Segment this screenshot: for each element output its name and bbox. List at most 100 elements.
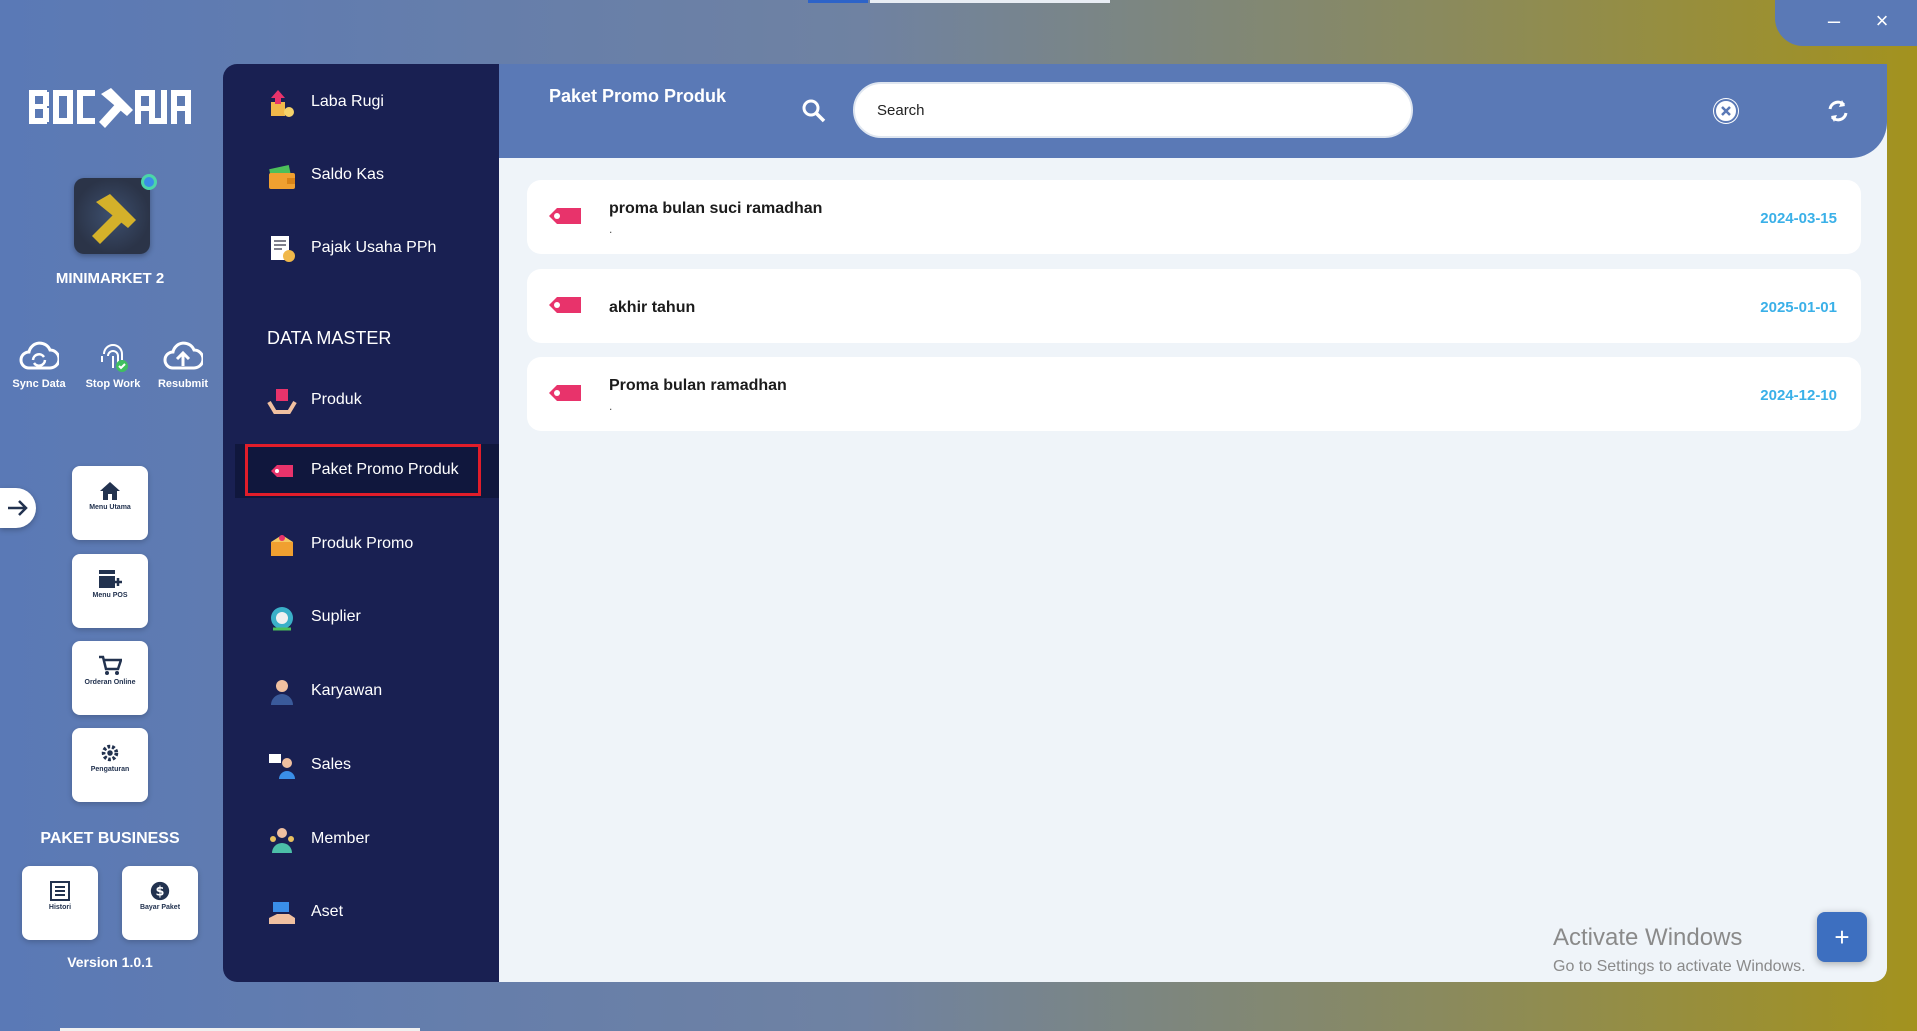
bayar-paket-label: Bayar Paket [139, 904, 181, 911]
stop-work-button[interactable]: Stop Work [80, 340, 146, 390]
menu-pos-button[interactable]: Menu POS [72, 554, 148, 628]
member-icon [270, 828, 294, 853]
hammer-logo-icon [92, 194, 136, 244]
menu-label: Produk Promo [311, 535, 414, 552]
tax-document-icon [271, 236, 295, 262]
close-button[interactable]: × [1867, 6, 1897, 36]
dollar-icon: $ [150, 881, 170, 901]
cart-icon [99, 655, 122, 675]
profit-loss-icon [271, 90, 294, 117]
menu-item-laba-rugi[interactable]: Laba Rugi [223, 76, 499, 130]
sync-cloud-icon [19, 341, 59, 370]
menu-panel: Laba Rugi Saldo Kas Pajak Usaha PPh DATA… [223, 64, 499, 982]
menu-utama-label: Menu Utama [89, 504, 131, 511]
bayar-paket-button[interactable]: $ Bayar Paket [122, 866, 198, 940]
menu-item-sales[interactable]: Sales [223, 739, 499, 793]
menu-label: Saldo Kas [311, 166, 384, 183]
top-accent-bar [808, 0, 868, 3]
menu-item-member[interactable]: Member [223, 813, 499, 867]
menu-pos-label: Menu POS [92, 592, 128, 599]
stop-work-label: Stop Work [85, 378, 141, 390]
clear-search-button[interactable] [1713, 98, 1739, 124]
promo-list-item[interactable]: akhir tahun 2025-01-01 [527, 269, 1861, 343]
supplier-icon [271, 607, 293, 631]
promo-date: 2025-01-01 [1760, 299, 1837, 316]
app-version: Version 1.0.1 [67, 954, 153, 970]
boc-aja-logo-icon [29, 88, 191, 128]
menu-item-produk-promo[interactable]: Produk Promo [223, 518, 499, 572]
pengaturan-label: Pengaturan [90, 766, 130, 773]
window-controls: – × [1775, 0, 1917, 46]
main-content: Paket Promo Produk proma bulan suci rama… [499, 64, 1887, 982]
watermark-subtitle: Go to Settings to activate Windows. [1553, 958, 1806, 975]
refresh-icon[interactable] [1825, 98, 1851, 124]
menu-label: Laba Rugi [311, 93, 384, 110]
menu-item-saldo-kas[interactable]: Saldo Kas [223, 149, 499, 203]
product-hand-icon [267, 389, 297, 414]
histori-label: Histori [48, 904, 72, 911]
promo-tag-icon [549, 208, 581, 224]
menu-label: Pajak Usaha PPh [311, 239, 437, 256]
menu-item-paket-promo-produk[interactable]: Paket Promo Produk [235, 444, 499, 498]
promo-tag-icon [549, 297, 581, 313]
menu-item-aset[interactable]: Aset [223, 886, 499, 940]
app-logo [27, 82, 195, 132]
menu-label: Suplier [311, 608, 361, 625]
sync-data-label: Sync Data [12, 378, 66, 390]
menu-item-karyawan[interactable]: Karyawan [223, 665, 499, 719]
list-icon [50, 881, 70, 901]
store-avatar[interactable] [74, 178, 150, 254]
expand-sidebar-button[interactable] [0, 488, 36, 528]
menu-label: Produk [311, 391, 362, 408]
fingerprint-icon [101, 344, 128, 372]
promo-tag-icon [271, 465, 293, 477]
orderan-online-button[interactable]: Orderan Online [72, 641, 148, 715]
orderan-online-label: Orderan Online [84, 679, 136, 686]
pengaturan-button[interactable]: Pengaturan [72, 728, 148, 802]
store-name: MINIMARKET 2 [55, 270, 165, 287]
promo-name: Proma bulan ramadhan [609, 377, 787, 394]
sync-data-button[interactable]: Sync Data [8, 340, 70, 390]
promo-description: . [609, 222, 613, 236]
upload-cloud-icon [163, 341, 203, 370]
watermark-title: Activate Windows [1553, 924, 1743, 951]
promo-date: 2024-12-10 [1760, 387, 1837, 404]
promo-description: . [609, 399, 613, 413]
promo-name: proma bulan suci ramadhan [609, 200, 823, 217]
menu-label: Paket Promo Produk [311, 461, 459, 478]
histori-button[interactable]: Histori [22, 866, 98, 940]
menu-item-pajak-usaha[interactable]: Pajak Usaha PPh [223, 222, 499, 276]
search-input[interactable] [853, 82, 1413, 138]
menu-utama-button[interactable]: Menu Utama [72, 466, 148, 540]
promo-list-item[interactable]: Proma bulan ramadhan . 2024-12-10 [527, 357, 1861, 431]
menu-label: Sales [311, 756, 352, 773]
data-master-heading: DATA MASTER [267, 328, 392, 348]
search-icon[interactable] [801, 98, 827, 124]
promo-list-item[interactable]: proma bulan suci ramadhan . 2024-03-15 [527, 180, 1861, 254]
promo-date: 2024-03-15 [1760, 210, 1837, 227]
arrow-right-icon [8, 500, 28, 516]
promo-tag-icon [549, 385, 581, 401]
resubmit-label: Resubmit [157, 378, 209, 390]
menu-label: Member [311, 830, 370, 847]
page-title: Paket Promo Produk [549, 86, 727, 106]
store-add-icon [99, 570, 122, 588]
add-promo-button[interactable]: + [1817, 912, 1867, 962]
menu-label: Karyawan [311, 682, 383, 699]
online-status-dot [141, 174, 157, 190]
menu-item-produk[interactable]: Produk [223, 374, 499, 428]
sales-icon [269, 754, 295, 779]
wallet-icon [269, 165, 295, 189]
top-accent-bar-light [870, 0, 1110, 3]
menu-item-suplier[interactable]: Suplier [223, 591, 499, 645]
gear-icon [101, 744, 119, 762]
activate-windows-watermark: Activate Windows Go to Settings to activ… [1553, 924, 1806, 976]
resubmit-button[interactable]: Resubmit [152, 340, 214, 390]
home-icon [100, 482, 120, 500]
svg-text:$: $ [156, 885, 165, 900]
content-header: Paket Promo Produk [499, 64, 1887, 158]
promo-box-icon [271, 535, 293, 556]
close-circle-icon [1714, 99, 1738, 123]
package-title: PAKET BUSINESS [40, 830, 180, 847]
minimize-button[interactable]: – [1819, 6, 1849, 36]
